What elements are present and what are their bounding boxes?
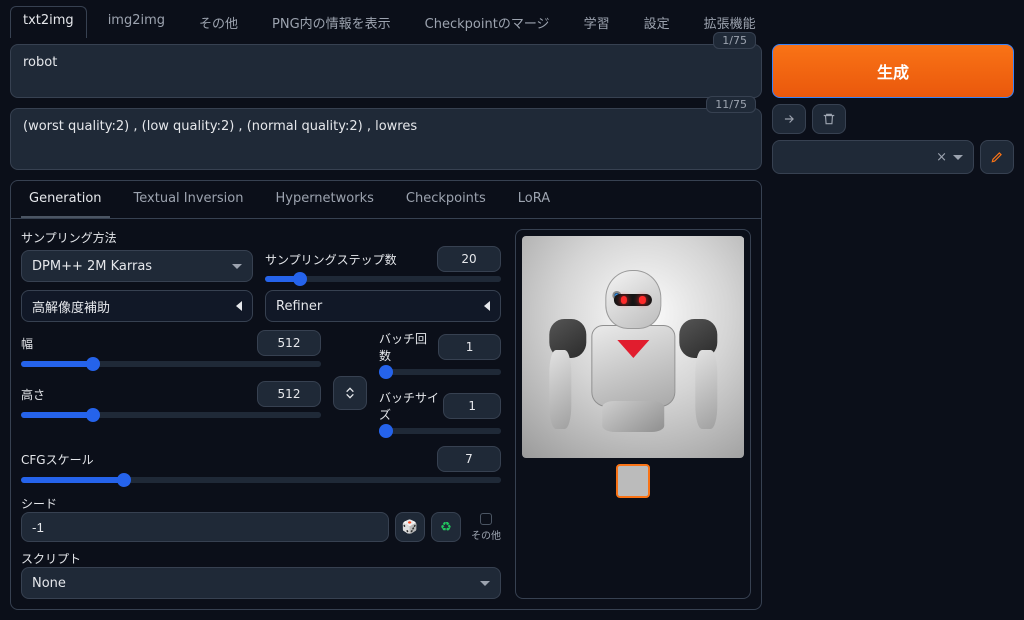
swap-dimensions-button[interactable] <box>333 376 367 410</box>
batch-count-label: バッチ回数 <box>379 330 438 364</box>
seed-random-button[interactable]: 🎲 <box>395 512 425 542</box>
prompt-counter: 1/75 <box>713 32 756 49</box>
script-label: スクリプト <box>21 552 81 566</box>
height-slider[interactable] <box>21 412 321 418</box>
output-image[interactable] <box>522 236 744 458</box>
sampler-select[interactable]: DPM++ 2M Karras <box>21 250 253 282</box>
seed-label: シード <box>21 497 57 511</box>
tab-txt2img[interactable]: txt2img <box>10 6 87 38</box>
tab-merge[interactable]: Checkpointのマージ <box>412 6 563 38</box>
output-thumbnail[interactable] <box>616 464 650 498</box>
script-value: None <box>32 576 66 591</box>
chevron-down-icon <box>232 264 242 269</box>
brush-icon <box>990 150 1004 164</box>
trash-icon <box>822 112 836 126</box>
chevron-down-icon <box>953 155 963 160</box>
steps-value[interactable]: 20 <box>437 246 501 272</box>
seed-extra-label: その他 <box>471 527 501 542</box>
checkbox-icon <box>480 513 492 525</box>
seed-extra[interactable]: その他 <box>471 513 501 542</box>
dice-icon: 🎲 <box>402 520 418 535</box>
subtab-hypernet[interactable]: Hypernetworks <box>267 181 381 218</box>
steps-label: サンプリングステップ数 <box>265 251 397 268</box>
tab-pnginfo[interactable]: PNG内の情報を表示 <box>259 6 404 38</box>
styles-edit-button[interactable] <box>980 140 1014 174</box>
swap-icon <box>342 385 358 401</box>
sampler-value: DPM++ 2M Karras <box>32 259 152 274</box>
height-label: 高さ <box>21 386 45 403</box>
cfg-value[interactable]: 7 <box>437 446 501 472</box>
chevron-down-icon <box>480 581 490 586</box>
width-value[interactable]: 512 <box>257 330 321 356</box>
robot-illustration <box>555 260 710 455</box>
generation-panel: Generation Textual Inversion Hypernetwor… <box>10 180 762 610</box>
refiner-label: Refiner <box>276 299 322 314</box>
seed-input[interactable] <box>21 512 389 542</box>
triangle-left-icon <box>236 301 242 311</box>
clear-button[interactable] <box>812 104 846 134</box>
hires-accordion[interactable]: 高解像度補助 <box>21 290 253 322</box>
top-tabs: txt2img img2img その他 PNG内の情報を表示 Checkpoin… <box>0 0 1024 38</box>
width-slider[interactable] <box>21 361 321 367</box>
cfg-slider[interactable] <box>21 477 501 483</box>
sub-tabs: Generation Textual Inversion Hypernetwor… <box>11 181 761 219</box>
batch-size-slider[interactable] <box>379 428 501 434</box>
tab-extras[interactable]: その他 <box>186 6 251 38</box>
refiner-accordion[interactable]: Refiner <box>265 290 501 322</box>
subtab-ti[interactable]: Textual Inversion <box>126 181 252 218</box>
batch-count-value[interactable]: 1 <box>438 334 501 360</box>
steps-slider[interactable] <box>265 276 501 282</box>
batch-size-value[interactable]: 1 <box>443 393 501 419</box>
interrogate-button[interactable] <box>772 104 806 134</box>
preview-panel: ⬇ ⛶ <box>515 229 751 599</box>
subtab-checkpoints[interactable]: Checkpoints <box>398 181 494 218</box>
seed-reuse-button[interactable]: ♻ <box>431 512 461 542</box>
subtab-generation[interactable]: Generation <box>21 181 110 218</box>
script-select[interactable]: None <box>21 567 501 599</box>
cfg-label: CFGスケール <box>21 451 94 468</box>
hires-label: 高解像度補助 <box>32 297 110 316</box>
tab-train[interactable]: 学習 <box>571 6 623 38</box>
generate-button[interactable]: 生成 <box>772 44 1014 98</box>
batch-size-label: バッチサイズ <box>379 389 443 423</box>
arrow-icon <box>782 112 796 126</box>
tab-img2img[interactable]: img2img <box>95 6 178 38</box>
prompt-input[interactable] <box>10 44 762 98</box>
neg-prompt-input[interactable] <box>10 108 762 170</box>
subtab-lora[interactable]: LoRA <box>510 181 558 218</box>
styles-select[interactable]: × <box>772 140 974 174</box>
batch-count-slider[interactable] <box>379 369 501 375</box>
recycle-icon: ♻ <box>440 520 452 535</box>
neg-prompt-counter: 11/75 <box>706 96 756 113</box>
width-label: 幅 <box>21 335 33 352</box>
tab-settings[interactable]: 設定 <box>631 6 683 38</box>
height-value[interactable]: 512 <box>257 381 321 407</box>
sampler-label: サンプリング方法 <box>21 229 253 246</box>
styles-clear: × <box>936 150 947 165</box>
triangle-left-icon <box>484 301 490 311</box>
